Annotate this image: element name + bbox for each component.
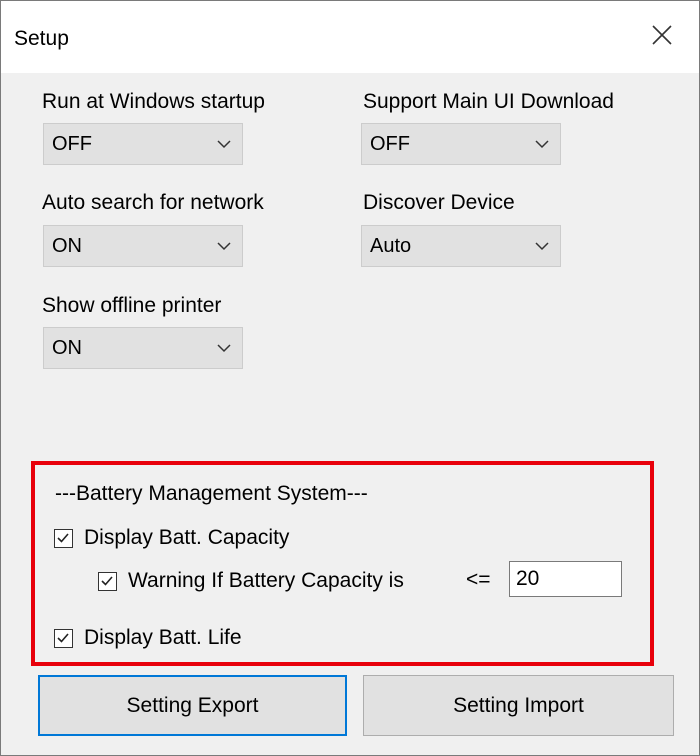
- chevron-down-icon: [217, 344, 231, 353]
- run-at-startup-select[interactable]: OFF: [43, 123, 243, 165]
- checkmark-icon: [57, 632, 69, 643]
- chevron-down-icon: [217, 242, 231, 251]
- checkmark-icon: [101, 575, 113, 586]
- checkbox-box[interactable]: [54, 528, 73, 548]
- discover-device-label: Discover Device: [363, 191, 515, 214]
- warning-battery-capacity-checkbox[interactable]: Warning If Battery Capacity is: [98, 569, 404, 593]
- show-offline-printer-label: Show offline printer: [42, 294, 222, 317]
- setup-dialog: Setup Run at Windows startup OFF Support…: [0, 0, 700, 756]
- setting-import-button[interactable]: Setting Import: [363, 675, 674, 736]
- discover-device-select[interactable]: Auto: [361, 225, 561, 267]
- checkmark-icon: [57, 532, 69, 543]
- support-main-ui-download-label: Support Main UI Download: [363, 90, 614, 113]
- discover-device-value: Auto: [370, 235, 412, 257]
- run-at-startup-label: Run at Windows startup: [42, 90, 265, 113]
- close-button[interactable]: [633, 9, 691, 61]
- auto-search-network-value: ON: [52, 235, 82, 257]
- chevron-down-icon: [535, 140, 549, 149]
- checkbox-box[interactable]: [54, 628, 73, 648]
- chevron-down-icon: [217, 140, 231, 149]
- setting-export-button[interactable]: Setting Export: [38, 675, 347, 736]
- title-bar: Setup: [1, 1, 699, 73]
- display-batt-life-label: Display Batt. Life: [84, 626, 242, 649]
- battery-management-heading: ---Battery Management System---: [55, 482, 368, 505]
- display-batt-life-checkbox[interactable]: Display Batt. Life: [54, 626, 242, 650]
- auto-search-network-select[interactable]: ON: [43, 225, 243, 267]
- close-icon: [652, 25, 672, 45]
- battery-threshold-input[interactable]: [509, 561, 622, 597]
- support-main-ui-download-select[interactable]: OFF: [361, 123, 561, 165]
- run-at-startup-value: OFF: [52, 133, 92, 155]
- checkbox-box[interactable]: [98, 571, 117, 591]
- window-title: Setup: [14, 27, 69, 50]
- show-offline-printer-select[interactable]: ON: [43, 327, 243, 369]
- chevron-down-icon: [535, 242, 549, 251]
- display-batt-capacity-label: Display Batt. Capacity: [84, 526, 290, 549]
- display-batt-capacity-checkbox[interactable]: Display Batt. Capacity: [54, 526, 289, 550]
- show-offline-printer-value: ON: [52, 337, 82, 359]
- support-main-ui-download-value: OFF: [370, 133, 410, 155]
- auto-search-network-label: Auto search for network: [42, 191, 264, 214]
- warning-battery-capacity-label: Warning If Battery Capacity is: [128, 569, 404, 592]
- warning-operator: <=: [466, 568, 491, 591]
